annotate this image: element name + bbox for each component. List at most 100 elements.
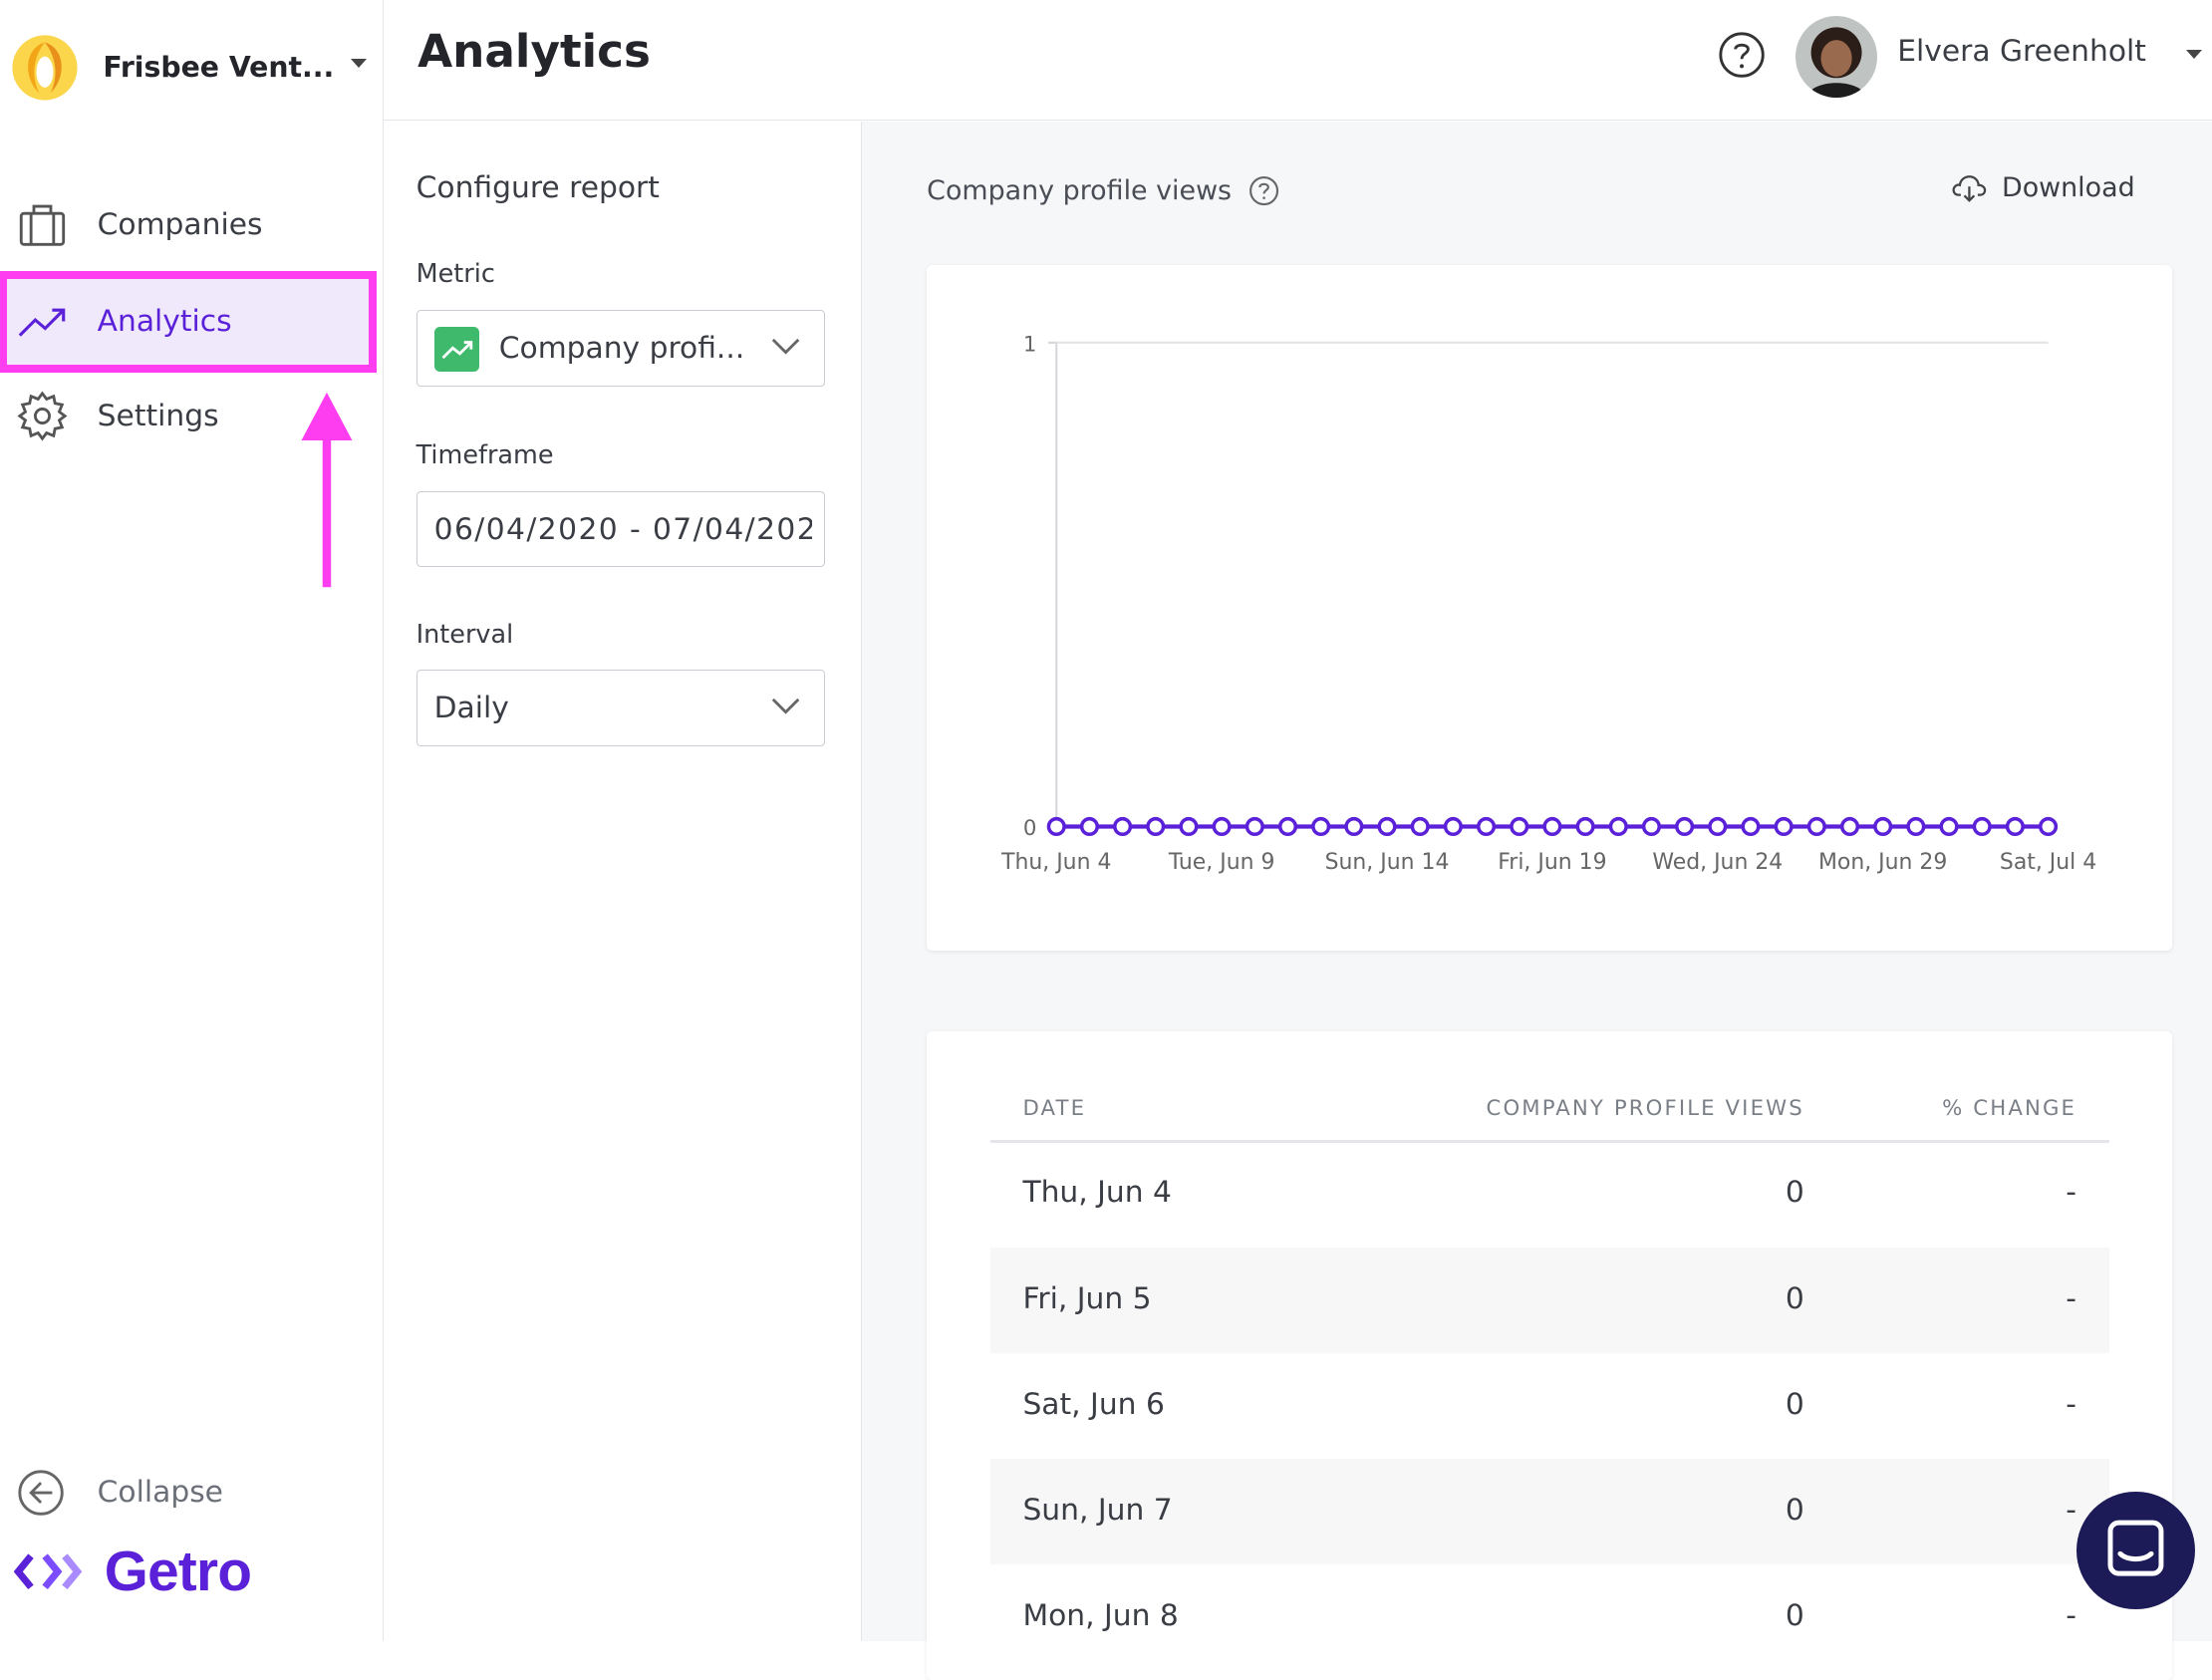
chat-launcher-button[interactable]: [2076, 1491, 2195, 1610]
cloud-download-icon: [1952, 174, 1987, 202]
chevron-down-icon[interactable]: [2186, 49, 2203, 60]
timeframe-input[interactable]: 06/04/2020 - 07/04/2020: [415, 490, 826, 568]
arrow-left-circle-icon: [18, 1470, 64, 1516]
org-name: Frisbee Vent...: [103, 51, 335, 85]
x-tick-label: Mon, Jun 29: [1818, 850, 1947, 875]
data-point: [1708, 817, 1728, 837]
table-row: Thu, Jun 4 0 -: [990, 1141, 2109, 1247]
column-header-views: COMPANY PROFILE VIEWS: [1486, 1096, 1804, 1122]
cell-change: -: [2066, 1598, 2077, 1634]
collapse-label: Collapse: [97, 1475, 223, 1511]
page-title: Analytics: [417, 25, 651, 79]
avatar[interactable]: [1796, 15, 1878, 98]
configure-report-panel: Configure report Metric Company profi...…: [384, 121, 862, 1641]
sidebar-item-companies[interactable]: Companies: [3, 177, 373, 270]
data-point: [1410, 817, 1430, 837]
report-title-row: Company profile views: [927, 175, 1279, 206]
data-point: [1278, 817, 1298, 837]
interval-select[interactable]: Daily: [415, 670, 826, 746]
data-point: [1244, 817, 1265, 837]
chevron-down-icon[interactable]: [351, 59, 368, 69]
briefcase-icon: [19, 204, 66, 246]
getro-logo: Getro: [14, 1535, 367, 1608]
cell-views: 0: [1785, 1492, 1804, 1528]
interval-value: Daily: [433, 691, 509, 726]
data-point: [1575, 817, 1595, 837]
user-name[interactable]: Elvera Greenholt: [1897, 34, 2146, 69]
annotation-arrow: [301, 392, 353, 587]
help-icon[interactable]: [1248, 175, 1279, 206]
metric-badge: [433, 327, 479, 373]
data-point: [1774, 817, 1794, 837]
data-point: [1443, 817, 1464, 837]
org-logo: [12, 35, 78, 101]
x-tick-label: Thu, Jun 4: [1000, 850, 1111, 875]
x-tick-label: Wed, Jun 24: [1652, 850, 1783, 875]
data-point: [1972, 817, 1992, 837]
download-label: Download: [2001, 171, 2135, 203]
download-button[interactable]: Download: [1951, 172, 2135, 203]
data-point: [1377, 817, 1397, 837]
table-row: Sat, Jun 6 0 -: [990, 1353, 2109, 1459]
data-point: [1806, 817, 1827, 837]
report-title: Company profile views: [927, 174, 1233, 206]
trending-up-icon: [18, 308, 66, 338]
data-point: [1146, 817, 1166, 837]
x-tick-label: Sat, Jul 4: [2000, 850, 2096, 875]
avatar-image: [1796, 15, 1878, 98]
data-point: [1510, 817, 1529, 837]
data-point: [2005, 817, 2026, 837]
cell-change: -: [2066, 1386, 2077, 1422]
brand-word: Getro: [104, 1540, 252, 1603]
sidebar-item-label: Companies: [97, 206, 263, 242]
data-point: [1046, 817, 1066, 837]
data-point: [1113, 817, 1133, 837]
column-header-change: % CHANGE: [1942, 1096, 2077, 1122]
metric-select[interactable]: Company profi...: [415, 310, 826, 387]
cell-change: -: [2066, 1280, 2077, 1316]
column-header-date: DATE: [1022, 1096, 1087, 1122]
trending-up-icon: [441, 341, 472, 360]
chevron-down-icon: [772, 698, 800, 714]
cell-change: -: [2066, 1492, 2077, 1528]
cell-views: 0: [1785, 1175, 1804, 1211]
line-chart: 0 1 Thu, Jun 4 Tue, Jun 9 Sun, Jun 14 Fri, Ju…: [1000, 333, 2096, 876]
data-point: [1477, 817, 1497, 837]
data-point: [1873, 817, 1893, 837]
y-tick-label: 0: [1023, 816, 1037, 841]
data-point: [1344, 817, 1364, 837]
x-tick-label: Sun, Jun 14: [1325, 850, 1450, 875]
x-tick-label: Tue, Jun 9: [1168, 850, 1275, 875]
sidebar: Frisbee Vent... Companies Analytics Sett…: [0, 0, 384, 1641]
metric-label: Metric: [415, 259, 495, 290]
data-point: [1212, 817, 1232, 837]
cell-views: 0: [1785, 1598, 1804, 1634]
table-row: Mon, Jun 8 0 -: [990, 1564, 2109, 1670]
collapse-button[interactable]: Collapse: [17, 1462, 370, 1524]
report-main: Company profile views Download 0 1 Thu, Ju…: [862, 121, 2212, 1680]
cell-views: 0: [1785, 1280, 1804, 1316]
y-tick-label: 1: [1023, 333, 1037, 358]
data-point: [1179, 817, 1199, 837]
top-header: Analytics Elvera Greenholt: [384, 0, 2212, 122]
data-point: [1939, 817, 1959, 837]
metric-value: Company profi...: [498, 331, 745, 367]
data-table: DATE COMPANY PROFILE VIEWS % CHANGE Thu,…: [927, 1030, 2173, 1680]
data-point: [1080, 817, 1100, 837]
help-icon[interactable]: [1718, 31, 1766, 79]
chat-icon: [2107, 1520, 2164, 1576]
cell-date: Fri, Jun 5: [1022, 1280, 1152, 1316]
data-point: [1311, 817, 1331, 837]
sidebar-item-analytics[interactable]: Analytics: [0, 271, 377, 373]
timeframe-value: 06/04/2020 - 07/04/2020: [433, 511, 813, 547]
org-switcher[interactable]: Frisbee Vent...: [11, 31, 372, 105]
cell-date: Thu, Jun 4: [1022, 1175, 1172, 1211]
sidebar-item-label: Settings: [97, 399, 219, 434]
config-title: Configure report: [415, 170, 660, 206]
cell-change: -: [2066, 1175, 2077, 1211]
interval-label: Interval: [415, 619, 514, 650]
chevron-down-icon: [772, 338, 800, 355]
getro-mark-icon: [14, 1553, 83, 1589]
table-row: Fri, Jun 5 0 -: [989, 1247, 2109, 1353]
chart-card: 0 1 Thu, Jun 4 Tue, Jun 9 Sun, Jun 14 Fri, Ju…: [927, 265, 2173, 952]
